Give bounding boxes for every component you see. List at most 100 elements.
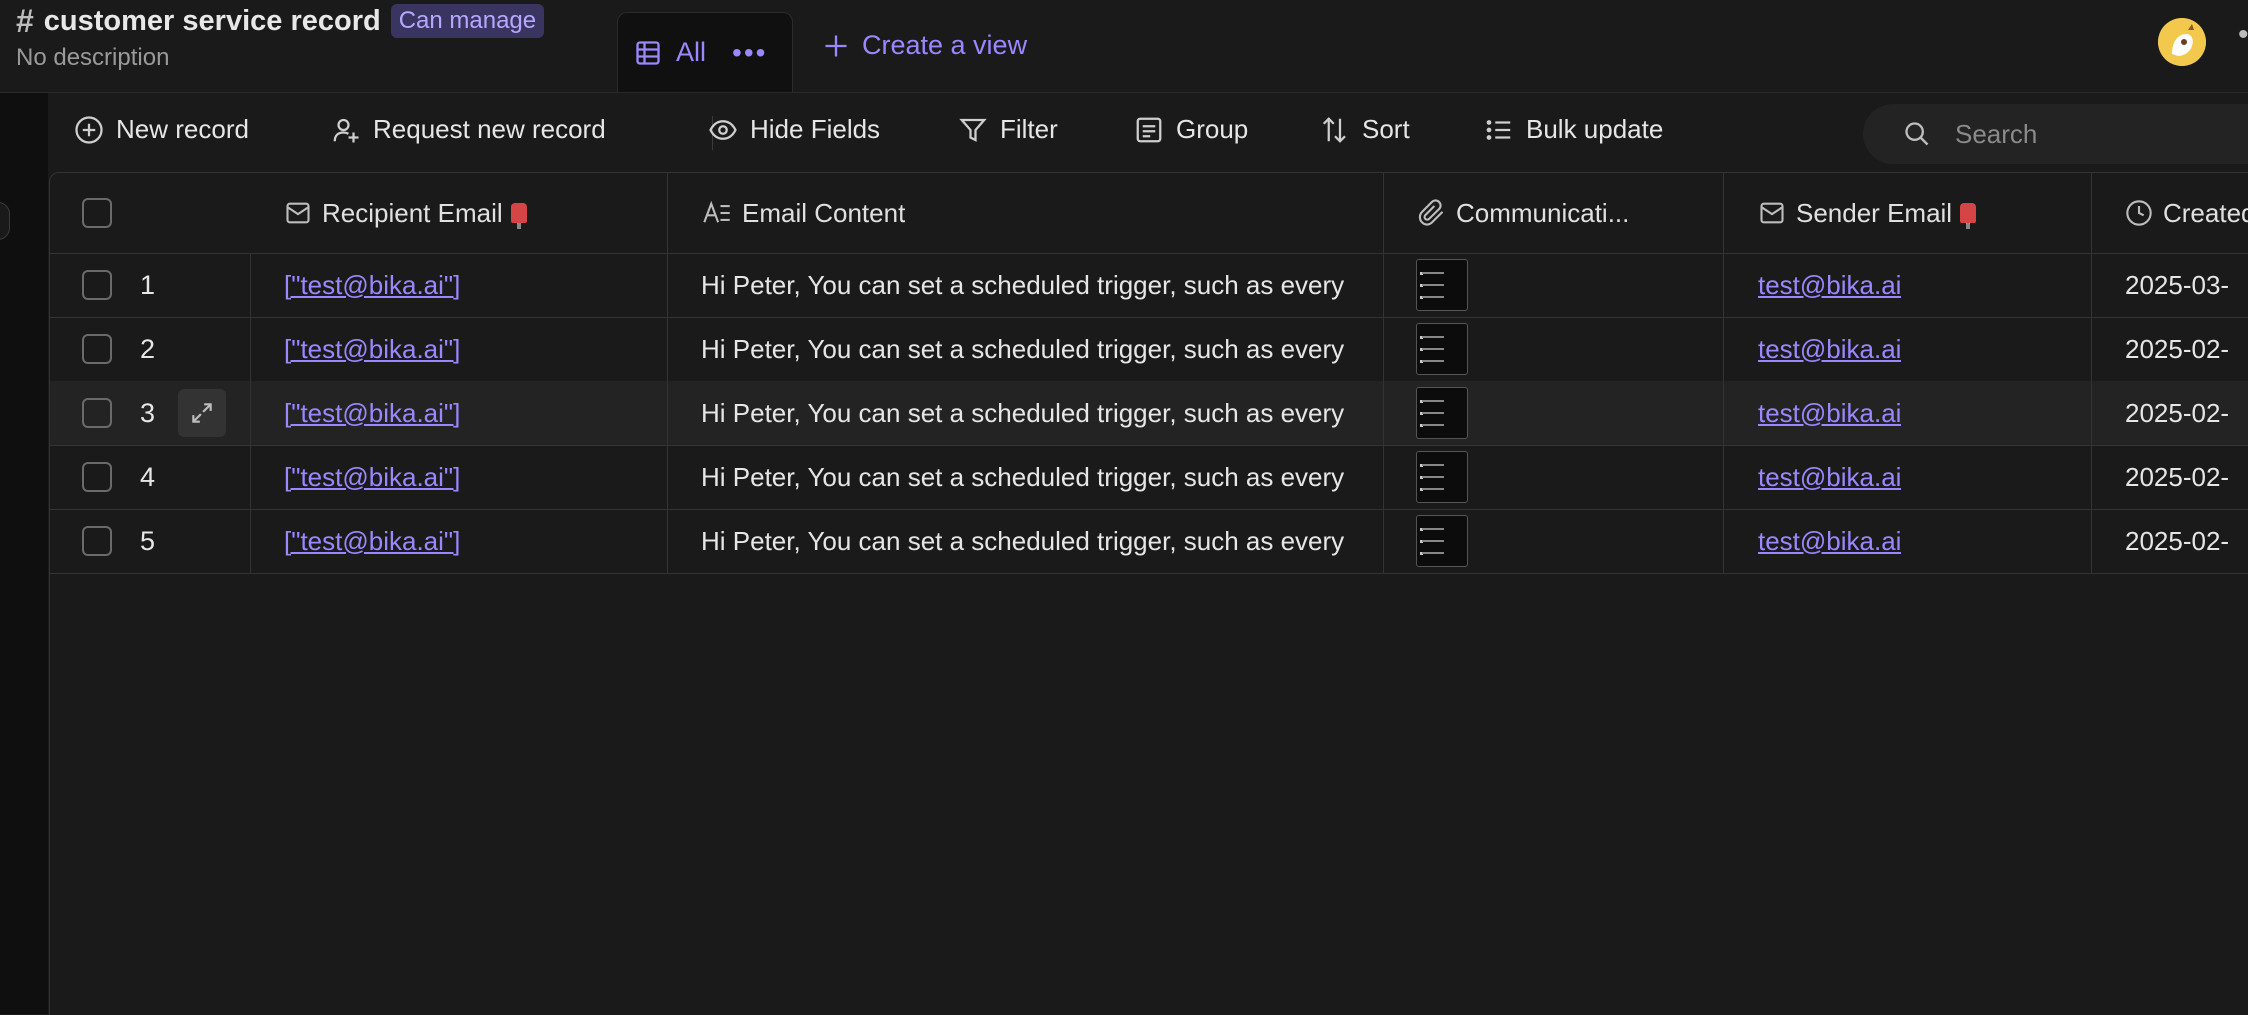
group-icon <box>1136 117 1162 142</box>
request-new-record-button[interactable]: Request new record <box>331 114 606 145</box>
group-button[interactable]: Group <box>1134 114 1248 145</box>
row-checkbox-cell <box>82 445 112 509</box>
sender-email-link[interactable]: test@bika.ai <box>1758 526 1901 557</box>
long-text-field-icon <box>703 200 730 223</box>
column-header-communication[interactable]: Communicati... <box>1418 173 1629 253</box>
row-checkbox[interactable] <box>82 398 112 428</box>
row-number: 3 <box>140 397 156 428</box>
communication-cell[interactable] <box>1416 317 1468 381</box>
column-header-sender-email[interactable]: Sender Email <box>1758 173 1977 253</box>
permission-badge[interactable]: Can manage <box>390 4 545 38</box>
filter-button[interactable]: Filter <box>958 114 1058 145</box>
communication-cell[interactable] <box>1416 253 1468 317</box>
search-placeholder[interactable]: Search <box>1955 119 2037 150</box>
communication-cell[interactable] <box>1416 445 1468 509</box>
recipient-email-cell[interactable]: ["test@bika.ai"] <box>284 253 460 317</box>
sender-email-link[interactable]: test@bika.ai <box>1758 462 1901 493</box>
tab-all-view[interactable]: All ••• <box>617 12 793 92</box>
table-row[interactable]: 1 ["test@bika.ai"] Hi Peter, You can set… <box>50 253 2248 318</box>
table-row[interactable]: 5 ["test@bika.ai"] Hi Peter, You can set… <box>50 509 2248 574</box>
recipient-email-cell[interactable]: ["test@bika.ai"] <box>284 445 460 509</box>
attachment-thumbnail[interactable] <box>1416 323 1468 375</box>
sender-email-link[interactable]: test@bika.ai <box>1758 398 1901 429</box>
overflow-dots-icon[interactable]: • <box>2238 18 2248 52</box>
created-cell[interactable]: 2025-02- <box>2125 445 2229 509</box>
attachment-icon <box>1418 199 1444 226</box>
table-row[interactable]: 2 ["test@bika.ai"] Hi Peter, You can set… <box>50 317 2248 382</box>
row-checkbox[interactable] <box>82 526 112 556</box>
sender-email-cell[interactable]: test@bika.ai <box>1758 253 1901 317</box>
column-header-created[interactable]: Created <box>2125 173 2248 253</box>
communication-cell[interactable] <box>1416 509 1468 573</box>
new-record-button[interactable]: New record <box>74 114 249 145</box>
more-dots-icon[interactable]: ••• <box>732 37 767 69</box>
column-header-email-content[interactable]: Email Content <box>702 173 905 253</box>
recipient-email-cell[interactable]: ["test@bika.ai"] <box>284 381 460 445</box>
bulk-update-button[interactable]: Bulk update <box>1484 114 1663 145</box>
expand-record-button[interactable] <box>178 389 226 437</box>
email-content-cell[interactable]: Hi Peter, You can set a scheduled trigge… <box>701 317 1383 381</box>
created-cell[interactable]: 2025-02- <box>2125 381 2229 445</box>
column-header-recipient-email[interactable]: Recipient Email <box>284 173 527 253</box>
column-divider <box>1383 317 1384 381</box>
recipient-email-link[interactable]: ["test@bika.ai"] <box>284 462 460 493</box>
sort-button[interactable]: Sort <box>1320 114 1410 145</box>
email-content-cell[interactable]: Hi Peter, You can set a scheduled trigge… <box>701 509 1383 573</box>
hide-fields-button[interactable]: Hide Fields <box>708 114 880 145</box>
attachment-thumbnail[interactable] <box>1416 259 1468 311</box>
column-divider[interactable] <box>667 173 668 253</box>
email-field-icon <box>1760 202 1784 224</box>
sender-email-cell[interactable]: test@bika.ai <box>1758 317 1901 381</box>
recipient-email-cell[interactable]: ["test@bika.ai"] <box>284 317 460 381</box>
eye-icon <box>709 119 737 140</box>
mailbox-icon <box>1960 203 1977 229</box>
plus-icon <box>825 35 847 56</box>
recipient-email-link[interactable]: ["test@bika.ai"] <box>284 270 460 301</box>
attachment-thumbnail[interactable] <box>1416 387 1468 439</box>
clock-icon <box>2126 200 2152 226</box>
column-divider[interactable] <box>1723 173 1724 253</box>
user-avatar[interactable] <box>2158 18 2206 66</box>
table-row[interactable]: 4 ["test@bika.ai"] Hi Peter, You can set… <box>50 445 2248 510</box>
toolbar: New record Request new record Hide Field… <box>48 92 2248 172</box>
search-box[interactable]: Search <box>1863 104 2248 164</box>
sender-email-link[interactable]: test@bika.ai <box>1758 334 1901 365</box>
create-view-button[interactable]: Create a view <box>822 30 1027 61</box>
plus-circle-icon <box>75 115 103 144</box>
recipient-email-link[interactable]: ["test@bika.ai"] <box>284 398 460 429</box>
column-divider <box>1383 445 1384 509</box>
filter-label: Filter <box>1000 114 1058 144</box>
row-checkbox[interactable] <box>82 270 112 300</box>
created-cell[interactable]: 2025-03- <box>2125 253 2229 317</box>
communication-cell[interactable] <box>1416 381 1468 445</box>
table-row[interactable]: 3 ["test@bika.ai"] Hi Peter, You can set… <box>50 381 2248 446</box>
attachment-thumbnail[interactable] <box>1416 451 1468 503</box>
page-description[interactable]: No description <box>16 44 169 72</box>
row-checkbox[interactable] <box>82 462 112 492</box>
attachment-thumbnail[interactable] <box>1416 515 1468 567</box>
sort-icon <box>1322 116 1346 143</box>
email-field-icon <box>286 202 310 224</box>
column-divider[interactable] <box>1383 173 1384 253</box>
sender-email-link[interactable]: test@bika.ai <box>1758 270 1901 301</box>
email-content-cell[interactable]: Hi Peter, You can set a scheduled trigge… <box>701 445 1383 509</box>
column-divider <box>667 509 668 573</box>
email-content-cell[interactable]: Hi Peter, You can set a scheduled trigge… <box>701 253 1383 317</box>
created-cell[interactable]: 2025-02- <box>2125 317 2229 381</box>
email-content-cell[interactable]: Hi Peter, You can set a scheduled trigge… <box>701 381 1383 445</box>
row-number: 5 <box>140 525 156 556</box>
recipient-email-link[interactable]: ["test@bika.ai"] <box>284 334 460 365</box>
sender-email-cell[interactable]: test@bika.ai <box>1758 381 1901 445</box>
sender-email-cell[interactable]: test@bika.ai <box>1758 445 1901 509</box>
column-divider[interactable] <box>2091 173 2092 253</box>
column-divider <box>1723 381 1724 445</box>
recipient-email-link[interactable]: ["test@bika.ai"] <box>284 526 460 557</box>
row-checkbox[interactable] <box>82 334 112 364</box>
sender-email-cell[interactable]: test@bika.ai <box>1758 509 1901 573</box>
select-all-checkbox[interactable] <box>82 198 112 228</box>
request-new-record-label: Request new record <box>373 114 606 144</box>
row-checkbox-cell <box>82 253 112 317</box>
sidebar-collapse-handle[interactable] <box>0 202 10 240</box>
recipient-email-cell[interactable]: ["test@bika.ai"] <box>284 509 460 573</box>
created-cell[interactable]: 2025-02- <box>2125 509 2229 573</box>
